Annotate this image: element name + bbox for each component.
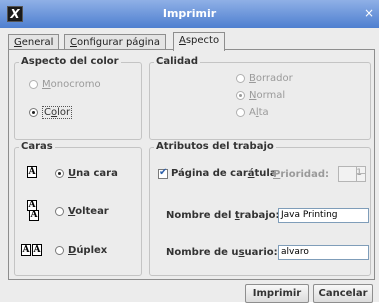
draft-label: Borrador [249,73,293,84]
tumble-icon: A A [27,200,39,221]
monochrome-label: Monocromo [42,79,101,90]
normal-label: Normal [249,90,286,101]
cover-page-label: Página de carátula [171,168,277,179]
color-label: Color [42,106,73,119]
draft-radio[interactable]: Borrador [236,73,293,85]
job-attributes-title: Atributos del trabajo [154,141,276,152]
user-name-label: Nombre de usuario: [166,247,278,258]
normal-radio[interactable]: Normal [236,90,285,102]
radio-button[interactable] [29,80,38,89]
quality-group: Calidad Borrador Normal Alta [149,56,371,140]
radio-button[interactable] [55,169,64,178]
one-side-label: Una cara [68,168,118,179]
spinner-up-icon[interactable] [357,167,365,174]
quality-title: Calidad [154,56,201,67]
job-attributes-group: Atributos del trabajo Página de carátula… [149,141,371,276]
sides-title: Caras [19,141,55,152]
tab-appearance[interactable]: Aspecto [173,32,226,51]
duplex-radio[interactable]: Dúplex [55,245,107,257]
tab-general[interactable]: General [8,34,60,50]
tumble-radio[interactable]: Voltear [55,206,109,218]
job-name-input[interactable]: Java Printing [278,208,369,223]
color-appearance-title: Aspecto del color [19,56,121,67]
radio-button[interactable] [55,207,64,216]
high-radio[interactable]: Alta [236,107,269,119]
monochrome-radio[interactable]: Monocromo [29,79,101,91]
tab-page-setup[interactable]: Configurar página [64,34,167,50]
one-side-radio[interactable]: Una cara [55,168,118,180]
radio-button[interactable] [55,246,64,255]
duplex-label: Dúplex [68,245,108,256]
radio-button[interactable] [29,108,38,117]
color-radio[interactable]: Color [29,106,73,119]
window-title: Imprimir [162,7,217,20]
user-name-input[interactable]: alvaro [278,245,369,260]
cancel-button[interactable]: Cancelar [313,284,373,303]
color-appearance-group: Aspecto del color Monocromo Color [14,56,142,140]
high-label: Alta [249,107,269,118]
one-side-icon: A [27,166,37,178]
radio-button[interactable] [236,74,245,83]
dialog-body: General Configurar página Aspecto Aspect… [0,28,379,303]
tumble-label: Voltear [68,206,109,217]
close-icon[interactable]: × [362,6,376,20]
print-button[interactable]: Imprimir [245,284,309,303]
radio-button[interactable] [236,91,245,100]
title-bar[interactable]: X Imprimir × [0,0,379,28]
cover-page-checkbox[interactable]: Página de carátula [158,167,277,180]
job-name-label: Nombre del trabajo: [166,210,280,221]
duplex-icon: AA [21,244,42,256]
priority-spinner[interactable]: 1 [338,166,366,182]
priority-label: Prioridad: [273,169,329,180]
spinner-arrows[interactable] [356,167,365,181]
checkbox[interactable] [158,167,168,179]
appearance-panel: Aspecto del color Monocromo Color Calida… [8,49,375,280]
sides-group: Caras A Una cara A A Voltear AA Dúplex [14,141,142,276]
radio-button[interactable] [236,108,245,117]
